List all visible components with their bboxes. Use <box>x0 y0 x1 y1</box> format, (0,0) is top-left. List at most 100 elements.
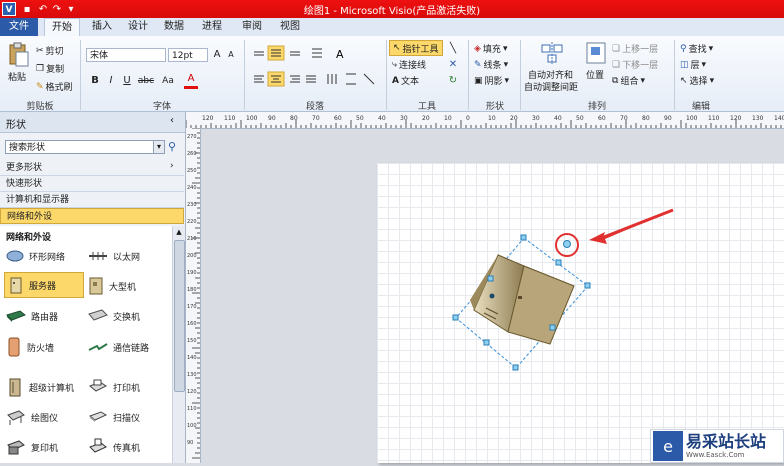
chevron-right-icon: › <box>170 161 174 171</box>
search-icon[interactable]: ⚲ <box>168 140 176 153</box>
scanner-icon <box>88 411 108 422</box>
ruler-label: 80 <box>642 115 650 122</box>
tab-design[interactable]: 设计 <box>122 18 154 36</box>
shape-copier[interactable]: 复印机 <box>6 434 86 460</box>
ruler-label: 110 <box>187 406 197 412</box>
ruler-label: 160 <box>187 321 197 327</box>
shape-server[interactable]: 服务器 <box>4 272 84 298</box>
shape-firewall[interactable]: 防火墙 <box>6 334 86 360</box>
pointer-tool-button[interactable]: ↖ 指针工具 <box>389 40 443 56</box>
close-icon[interactable]: ✕ <box>446 58 460 72</box>
tab-review[interactable]: 审阅 <box>236 18 268 36</box>
computers-monitors-row[interactable]: 计算机和显示器 <box>0 192 184 208</box>
search-dropdown-icon[interactable]: ▾ <box>153 141 164 153</box>
scroll-thumb[interactable] <box>174 240 185 392</box>
layers-label: 层 <box>690 61 700 71</box>
shape-group-label: 形状 <box>485 102 504 112</box>
shape-label: 以太网 <box>113 252 141 263</box>
shape-router[interactable]: 路由器 <box>6 303 86 329</box>
collapse-pane-icon[interactable]: ‹ <box>170 115 174 126</box>
grow-font-icon[interactable]: A <box>210 48 224 62</box>
copy-button[interactable]: ❐ 复制 <box>36 62 64 76</box>
tab-file[interactable]: 文件 <box>0 18 38 36</box>
scroll-up-icon[interactable]: ▲ <box>175 228 183 238</box>
position-icon[interactable] <box>586 42 606 64</box>
more-shapes-row[interactable]: 更多形状 <box>0 160 184 176</box>
find-button[interactable]: ⚲ 查找 ▾ <box>680 42 713 56</box>
italic-button[interactable]: I <box>104 74 118 88</box>
line-button[interactable]: ✎ 线条 ▾ <box>474 58 508 72</box>
shadow-button[interactable]: ▣ 阴影 ▾ <box>474 74 509 88</box>
network-peripherals-row[interactable]: 网络和外设 <box>0 208 184 224</box>
tab-view[interactable]: 视图 <box>274 18 306 36</box>
shape-comm-link[interactable]: 通信链路 <box>88 334 168 360</box>
select-button[interactable]: ↖ 选择 ▾ <box>680 74 714 88</box>
strikethrough-button[interactable]: abc <box>136 74 156 88</box>
shape-ring-network[interactable]: 环形网络 <box>6 243 86 269</box>
dropdown-arrow-icon: ▾ <box>502 43 508 54</box>
shrink-font-icon[interactable]: A <box>224 48 238 62</box>
auto-spacing-label[interactable]: 自动调整间距 <box>524 80 578 93</box>
bring-forward-label: 上移一层 <box>622 45 659 55</box>
tab-insert[interactable]: 插入 <box>86 18 118 36</box>
shape-fax[interactable]: 传真机 <box>88 434 168 460</box>
font-color-button[interactable]: A <box>184 72 198 89</box>
underline-button[interactable]: U <box>120 74 134 88</box>
shape-scanner[interactable]: 扫描仪 <box>88 404 168 430</box>
tab-home[interactable]: 开始 <box>44 18 80 37</box>
tab-data[interactable]: 数据 <box>158 18 190 36</box>
group-separator <box>80 40 81 110</box>
scissors-icon: ✂ <box>36 45 44 56</box>
ruler-label: 0 <box>466 115 470 122</box>
tab-process[interactable]: 进程 <box>196 18 228 36</box>
group-button[interactable]: ⧉ 组合 ▾ <box>612 74 645 88</box>
font-name-select[interactable]: 宋体 <box>86 48 166 62</box>
layers-button[interactable]: ◫ 层 ▾ <box>680 58 706 72</box>
shape-switch[interactable]: 交换机 <box>88 303 168 329</box>
shape-ethernet[interactable]: 以太网 <box>88 243 168 269</box>
dropdown-arrow-icon: ▾ <box>640 75 645 86</box>
connector-button[interactable]: ⤷ 连接线 <box>392 58 426 72</box>
group-separator <box>468 40 469 110</box>
shape-plotter[interactable]: 绘图仪 <box>6 404 86 430</box>
group-separator <box>386 40 387 110</box>
font-size-select[interactable]: 12pt <box>168 48 208 62</box>
rotate-icon[interactable]: ↻ <box>446 74 460 88</box>
position-button[interactable]: 位置 <box>586 68 604 81</box>
rotation-handle[interactable] <box>563 240 571 248</box>
ring-network-icon <box>6 250 24 262</box>
shape-label: 大型机 <box>109 282 137 293</box>
line-icon: ✎ <box>474 59 482 70</box>
paste-button[interactable]: 粘贴 <box>8 70 26 83</box>
paste-icon[interactable] <box>6 42 30 68</box>
shape-supercomputer[interactable]: 超级计算机 <box>6 374 86 400</box>
fill-button[interactable]: ◈ 填充 ▾ <box>474 42 508 56</box>
shape-label: 通信链路 <box>113 343 150 354</box>
brush-icon: ✎ <box>36 81 44 92</box>
ruler-label: 80 <box>290 115 298 122</box>
watermark-subtext: Www.Easck.Com <box>686 451 745 459</box>
ruler-label: 50 <box>576 115 584 122</box>
server-shape[interactable] <box>470 254 575 345</box>
cut-button[interactable]: ✂ 剪切 <box>36 44 64 58</box>
bring-forward-button[interactable]: ❏ 上移一层 <box>612 42 659 56</box>
shape-printer[interactable]: 打印机 <box>88 374 168 400</box>
line-tool-icon[interactable]: ╲ <box>446 42 460 56</box>
shape-mainframe[interactable]: 大型机 <box>88 273 168 299</box>
ruler-label: 150 <box>187 338 197 344</box>
ruler-label: 10 <box>488 115 496 122</box>
window-title: 绘图1 - Microsoft Visio(产品激活失败) <box>303 6 481 17</box>
send-backward-label: 下移一层 <box>622 61 659 71</box>
auto-align-icon[interactable] <box>540 42 564 64</box>
quick-shapes-row[interactable]: 快速形状 <box>0 176 184 192</box>
send-backward-button[interactable]: ❏ 下移一层 <box>612 58 659 72</box>
ruler-label: 20 <box>510 115 518 122</box>
change-case-button[interactable]: Aa <box>158 74 178 88</box>
ruler-label: 100 <box>246 115 258 122</box>
format-painter-button[interactable]: ✎ 格式刷 <box>36 80 73 94</box>
stencil-scrollbar[interactable]: ▲ <box>172 226 185 463</box>
ruler-label: 10 <box>444 115 452 122</box>
bold-button[interactable]: B <box>88 74 102 88</box>
search-shapes-input[interactable]: 搜索形状 <box>5 140 165 154</box>
text-tool-button[interactable]: A 文本 <box>392 74 419 88</box>
